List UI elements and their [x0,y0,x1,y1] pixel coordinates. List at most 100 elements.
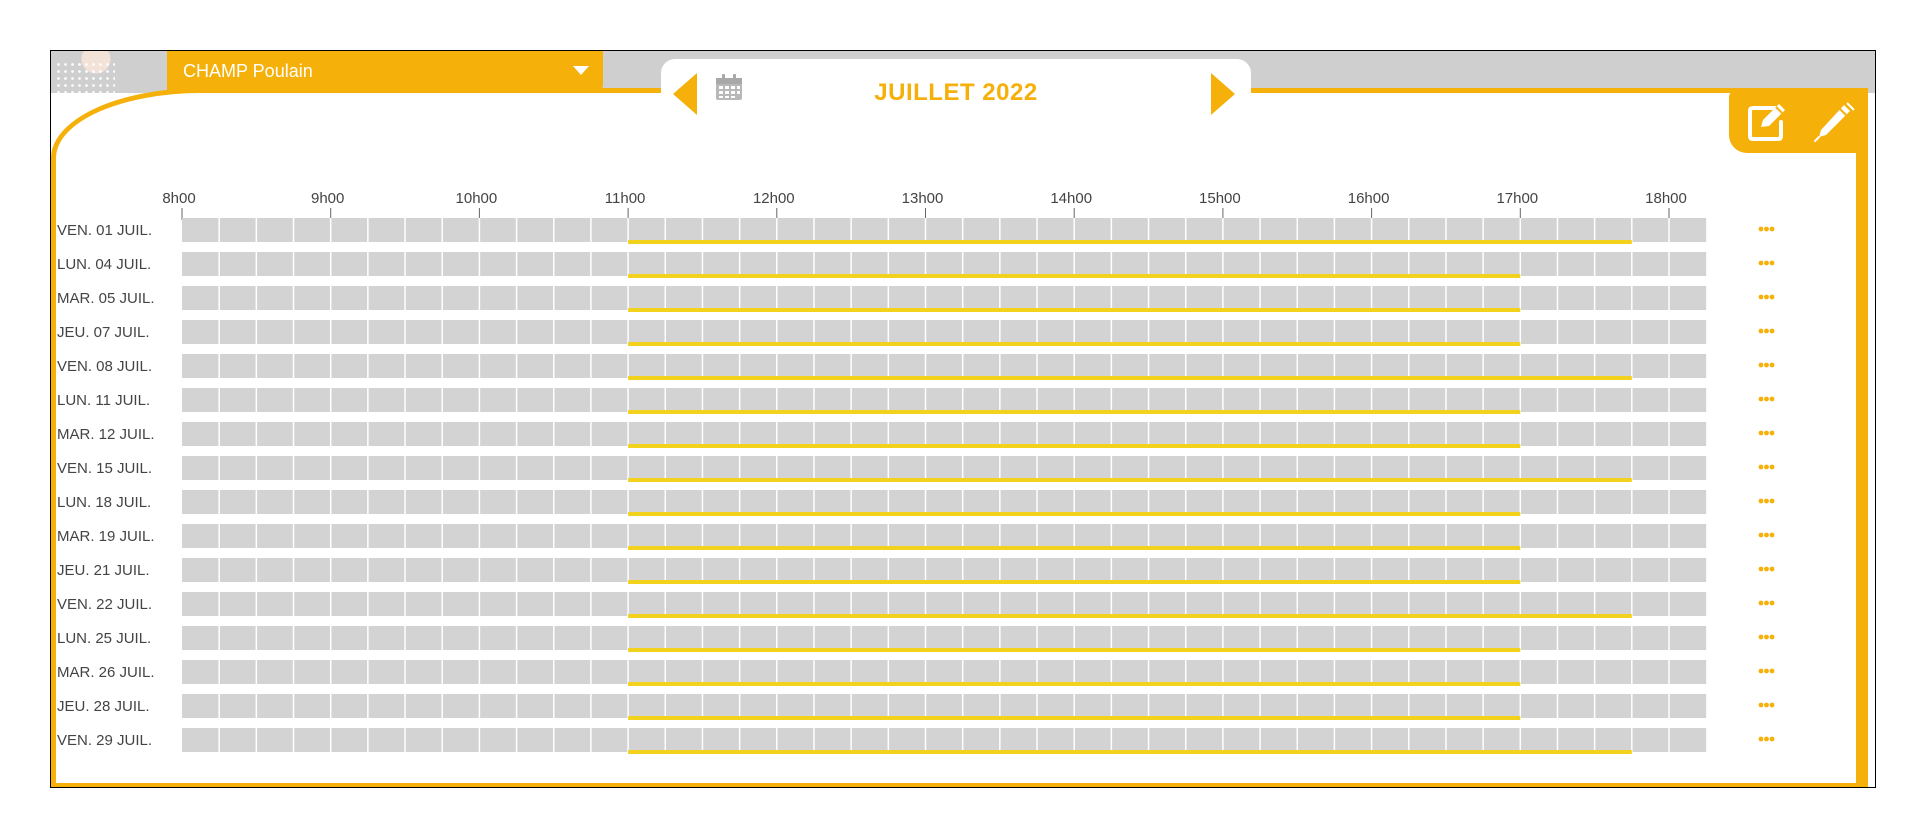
more-dot [1769,328,1775,334]
time-axis: 8h00 9h00 10h00 11h00 12h00 13h00 14h00 15h00 16… [162,190,1687,220]
more-dot [1764,600,1769,606]
schedule-row: VEN. 29 JUIL. [57,728,1775,754]
day-track[interactable] [182,558,1707,582]
schedule-row: LUN. 25 JUIL. [57,626,1775,652]
day-track[interactable] [182,252,1707,276]
more-dot [1758,532,1764,538]
work-slot-bar[interactable] [628,342,1521,346]
day-track[interactable] [182,524,1707,548]
more-dot [1764,736,1769,742]
work-slot-bar[interactable] [628,376,1632,380]
more-dot [1764,532,1769,538]
hour-tick-label: 10h00 [456,190,498,207]
more-dot [1764,702,1769,708]
more-dots-icon[interactable] [1758,600,1775,606]
more-dot [1769,668,1775,674]
schedule-row: VEN. 15 JUIL. [57,456,1775,482]
schedule-rows: VEN. 01 JUIL. LUN. 04 JUIL. MAR. 05 JUIL. J… [57,218,1775,754]
work-slot-bar[interactable] [628,478,1632,482]
work-slot-bar[interactable] [628,410,1521,414]
more-dot [1769,498,1775,504]
more-dots-icon[interactable] [1758,328,1775,334]
more-dots-icon[interactable] [1758,294,1775,300]
day-track[interactable] [182,422,1707,446]
work-slot-bar[interactable] [628,444,1521,448]
more-dot [1758,260,1764,266]
more-dots-icon[interactable] [1758,634,1775,640]
more-dots-icon[interactable] [1758,362,1775,368]
hour-tick-label: 8h00 [162,190,195,207]
schedule-row: VEN. 08 JUIL. [57,354,1775,380]
hour-tick-label: 9h00 [311,190,344,207]
more-dot [1769,566,1775,572]
schedule-row: JEU. 28 JUIL. [57,694,1775,720]
more-dots-icon[interactable] [1758,464,1775,470]
hour-tick-label: 17h00 [1496,190,1538,207]
work-slot-bar[interactable] [628,682,1521,686]
more-dot [1758,668,1764,674]
work-slot-bar[interactable] [628,546,1521,550]
day-track[interactable] [182,388,1707,412]
more-dots-icon[interactable] [1758,430,1775,436]
hour-tick-label: 13h00 [902,190,944,207]
day-track[interactable] [182,490,1707,514]
hour-tick-label: 16h00 [1348,190,1390,207]
day-label: LUN. 25 JUIL. [57,630,151,647]
work-slot-bar[interactable] [628,750,1632,754]
work-slot-bar[interactable] [628,240,1632,244]
more-dot [1769,702,1775,708]
schedule-row: JEU. 07 JUIL. [57,320,1775,346]
day-track[interactable] [182,728,1707,752]
more-dot [1769,634,1775,640]
more-dot [1769,736,1775,742]
more-dots-icon[interactable] [1758,668,1775,674]
more-dot [1758,396,1764,402]
day-label: JEU. 07 JUIL. [57,324,150,341]
more-dot [1769,260,1775,266]
day-track[interactable] [182,320,1707,344]
more-dots-icon[interactable] [1758,226,1775,232]
work-slot-bar[interactable] [628,512,1521,516]
more-dot [1769,600,1775,606]
more-dot [1764,498,1769,504]
more-dot [1758,600,1764,606]
more-dot [1769,430,1775,436]
more-dots-icon[interactable] [1758,532,1775,538]
more-dot [1769,294,1775,300]
day-track[interactable] [182,694,1707,718]
more-dot [1769,362,1775,368]
work-slot-bar[interactable] [628,716,1521,720]
work-slot-bar[interactable] [628,614,1632,618]
more-dot [1758,226,1764,232]
day-track[interactable] [182,286,1707,310]
more-dots-icon[interactable] [1758,566,1775,572]
more-dots-icon[interactable] [1758,702,1775,708]
more-dots-icon[interactable] [1758,260,1775,266]
more-dot [1758,294,1764,300]
work-slot-bar[interactable] [628,274,1521,278]
more-dot [1764,396,1769,402]
more-dot [1758,362,1764,368]
more-dot [1764,634,1769,640]
more-dot [1764,430,1769,436]
more-dots-icon[interactable] [1758,736,1775,742]
planning-frame: CHAMP Poulain JUILLET 2022 8h00 9h00 10h… [50,50,1876,788]
hour-tick-label: 12h00 [753,190,795,207]
day-track[interactable] [182,592,1707,616]
day-track[interactable] [182,456,1707,480]
more-dot [1764,464,1769,470]
more-dots-icon[interactable] [1758,498,1775,504]
more-dots-icon[interactable] [1758,396,1775,402]
schedule-row: LUN. 18 JUIL. [57,490,1775,516]
work-slot-bar[interactable] [628,648,1521,652]
schedule-row: VEN. 22 JUIL. [57,592,1775,618]
day-track[interactable] [182,218,1707,242]
day-track[interactable] [182,660,1707,684]
more-dot [1758,634,1764,640]
day-label: MAR. 26 JUIL. [57,664,155,681]
day-label: VEN. 01 JUIL. [57,222,152,239]
day-track[interactable] [182,354,1707,378]
work-slot-bar[interactable] [628,308,1521,312]
work-slot-bar[interactable] [628,580,1521,584]
day-track[interactable] [182,626,1707,650]
